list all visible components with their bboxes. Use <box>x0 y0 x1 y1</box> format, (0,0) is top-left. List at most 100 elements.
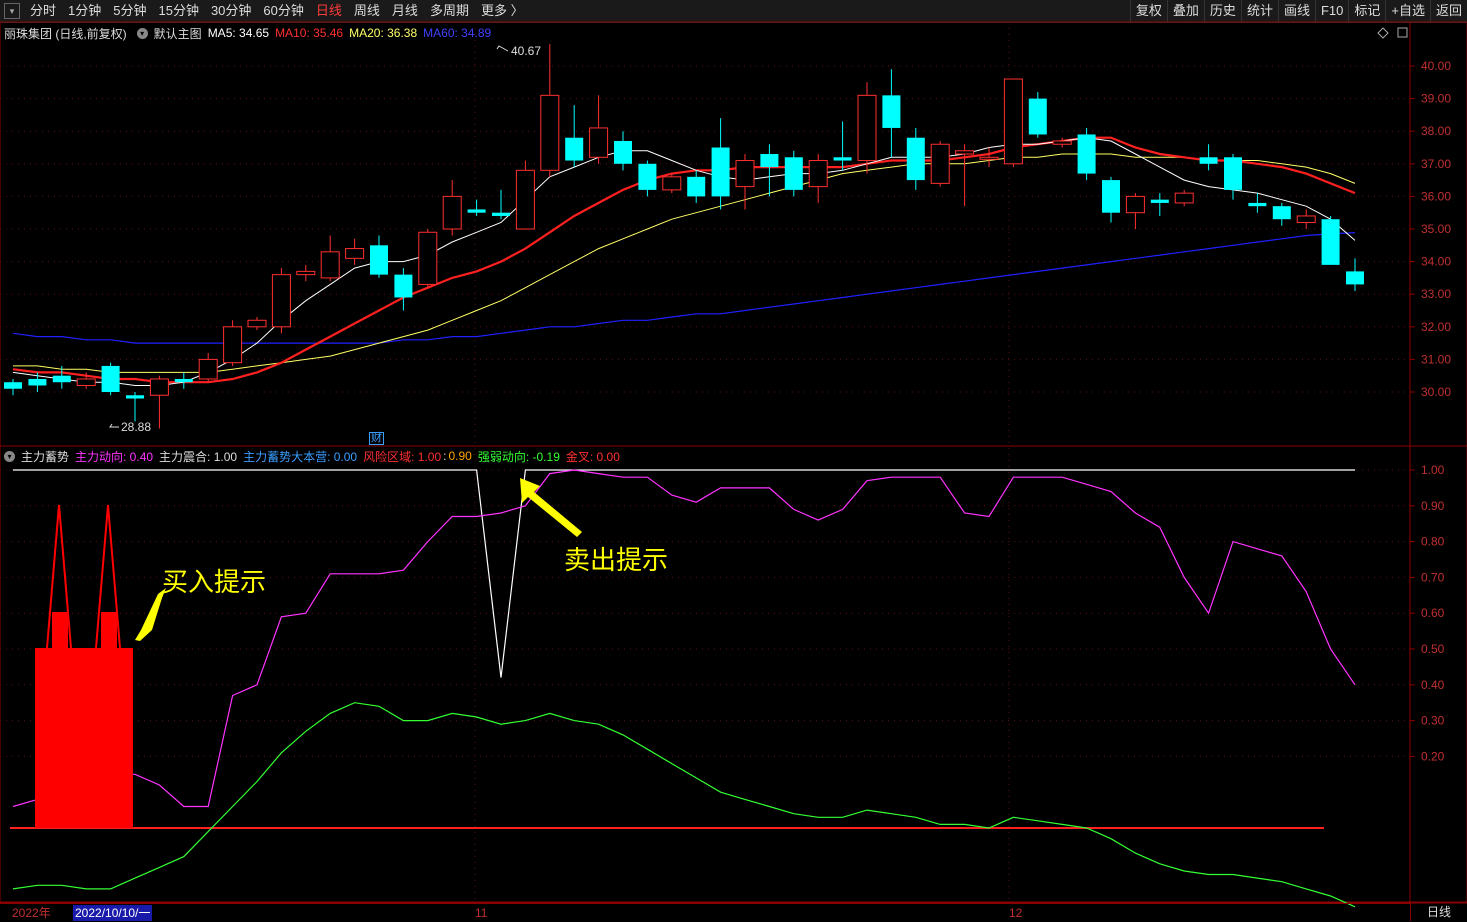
indicator-axis-label: 1.00 <box>1421 463 1445 477</box>
candle-body-up <box>735 160 755 188</box>
candle-body-down <box>1199 157 1218 164</box>
date-axis: 2022年 2022/10/10/一 11 12 <box>0 903 1410 922</box>
low-marker <box>109 423 119 428</box>
candle-body-up <box>662 176 682 191</box>
candle-body-up <box>271 274 291 328</box>
indicator-axis-label: 0.80 <box>1421 535 1445 549</box>
candle-body-down <box>101 365 120 392</box>
finance-event-badge[interactable]: 财 <box>369 432 384 445</box>
buy-block-step <box>101 612 117 648</box>
month-11-label: 11 <box>475 906 488 920</box>
diamond-icon <box>1377 27 1389 39</box>
candle-body-down <box>1321 219 1340 265</box>
buy-hint-label: 买入提示 <box>162 568 267 598</box>
price-axis-label: 38.00 <box>1421 124 1451 138</box>
candle-body-up <box>76 378 96 386</box>
buy-block <box>35 648 133 828</box>
indicator-axis-label: 0.50 <box>1421 642 1445 656</box>
candle-body-down <box>760 154 779 168</box>
price-axis-label: 32.00 <box>1421 320 1451 334</box>
price-axis-label: 40.00 <box>1421 59 1451 73</box>
candle-body-up <box>540 94 560 171</box>
ma10-line <box>12 136 1356 384</box>
candle-body-down <box>1102 180 1120 213</box>
buy-block-step <box>52 612 68 648</box>
candle-body-down <box>1248 202 1267 207</box>
candle-body-up <box>955 150 975 155</box>
candle-body-down <box>467 209 486 213</box>
chart-canvas[interactable]: 40.00 39.00 38.00 37.00 36.00 35.00 34.00 33.00… <box>0 0 1467 921</box>
indicator-axis-label: 0.70 <box>1421 570 1445 584</box>
candle-body-up <box>223 326 243 364</box>
month-12-label: 12 <box>1009 906 1023 920</box>
indicator-axis-label: 0.90 <box>1421 499 1445 513</box>
window-icon <box>1397 27 1408 38</box>
indicator-axis-label: 0.20 <box>1421 749 1445 763</box>
candle-body-down <box>492 212 510 216</box>
candle-body-up <box>1052 140 1072 145</box>
candle-body-down <box>1150 199 1169 203</box>
price-axis-label: 31.00 <box>1421 352 1451 366</box>
candle-body-down <box>4 382 22 389</box>
price-axis-label: 37.00 <box>1421 157 1451 171</box>
high-price-mark: 40.67 <box>511 44 542 58</box>
candle-body-up <box>930 143 950 184</box>
candle-body-down <box>687 176 706 197</box>
period-corner-button[interactable]: 日线 <box>1410 903 1467 921</box>
candle-body-down <box>882 95 901 128</box>
price-axis-label: 34.00 <box>1421 255 1451 269</box>
indicator-axis-label: 0.60 <box>1421 606 1445 620</box>
candle-body-up <box>808 160 828 188</box>
price-axis-label: 35.00 <box>1421 222 1451 236</box>
candle-body-up <box>1174 192 1194 204</box>
candle-body-down <box>174 378 193 383</box>
candle-body-up <box>418 231 438 285</box>
indicator-axis-label: 0.30 <box>1421 714 1445 728</box>
chart-frame <box>0 21 1467 903</box>
candle-body-down <box>28 378 47 386</box>
candle-body-down <box>906 137 925 181</box>
candle-body-down <box>833 157 852 161</box>
candle-body-up <box>198 358 218 380</box>
candle-body-down <box>711 147 730 197</box>
candle-body-up <box>247 319 267 328</box>
candle-body-down <box>1272 206 1291 220</box>
sell-arrow <box>520 478 582 537</box>
candle-body-down <box>1224 157 1242 190</box>
price-axis-label: 30.00 <box>1421 385 1451 399</box>
price-axis-label: 36.00 <box>1421 189 1451 203</box>
sell-hint-label: 卖出提示 <box>564 546 669 576</box>
candle-body-down <box>52 375 71 383</box>
candle-body-down <box>370 245 388 275</box>
candle-body-up <box>149 378 169 396</box>
candle-body-up <box>589 127 609 158</box>
candle-body-up <box>1296 215 1316 223</box>
candle-body-down <box>1077 134 1096 174</box>
candle-body-up <box>345 248 365 259</box>
year-label: 2022年 <box>12 906 51 920</box>
cursor-date: 2022/10/10/一 <box>73 905 153 921</box>
candle-body-up <box>1125 195 1145 214</box>
candle-body-up <box>857 94 877 162</box>
candle-body-down <box>1346 271 1364 285</box>
price-axis-label: 39.00 <box>1421 92 1451 106</box>
candle-body-down <box>784 157 803 190</box>
price-axis-label: 33.00 <box>1421 287 1451 301</box>
low-price-mark: 28.88 <box>121 420 152 434</box>
candle-body-down <box>126 395 144 399</box>
candle-body-up <box>515 169 535 230</box>
indicator-axis-label: 0.40 <box>1421 678 1445 692</box>
candle-body-up <box>1003 78 1023 165</box>
high-marker <box>496 45 509 52</box>
candle-body-down <box>638 163 657 190</box>
candle-body-down <box>614 140 632 164</box>
ma20-line <box>13 153 1356 373</box>
candle-body-up <box>442 195 462 230</box>
strong-line <box>12 702 1356 908</box>
candle-body-down <box>394 274 413 298</box>
candle-body-up <box>320 251 340 279</box>
candle-body-down <box>1028 98 1047 135</box>
candle-body-up <box>979 156 999 160</box>
candle-body-up <box>296 270 316 276</box>
candle-body-down <box>565 137 584 161</box>
